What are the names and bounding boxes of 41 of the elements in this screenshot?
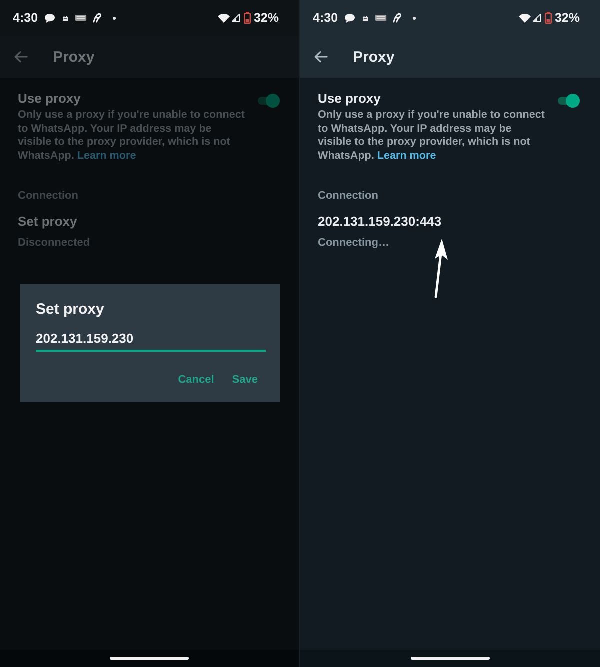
- connection-status: Disconnected: [18, 236, 90, 250]
- battery-icon: [544, 12, 552, 24]
- battery-percent: 32%: [554, 11, 580, 25]
- battery-percent: 32%: [254, 11, 279, 25]
- calendar-icon: [363, 16, 368, 20]
- chat-bubble-icon: [345, 14, 356, 22]
- use-proxy-label: Use proxy: [18, 91, 81, 107]
- dialog-button[interactable]: Save: [228, 370, 262, 390]
- dialog-title: Set proxy: [36, 301, 104, 319]
- proxy-setting[interactable]: Set proxy: [18, 214, 78, 230]
- learn-more-link[interactable]: Learn more: [77, 150, 136, 162]
- dialog-button[interactable]: Cancel: [174, 370, 218, 390]
- learn-more-link[interactable]: Learn more: [377, 150, 436, 162]
- proxy-description: Only use a proxy if you're unable to connect to WhatsApp. Your IP address may be visible to the proxy provider, which is not WhatsApp. Learn more: [318, 109, 546, 163]
- status-time: 4:30: [13, 11, 38, 25]
- screen-title: Proxy: [353, 48, 395, 66]
- section-header: Connection: [318, 189, 378, 203]
- dot-icon: [413, 16, 416, 20]
- signal-icon: [232, 14, 240, 22]
- connection-status: Connecting…: [318, 236, 390, 250]
- signal-icon: [532, 14, 541, 22]
- proxy-input[interactable]: 202.131.159.230: [36, 331, 266, 352]
- dot-icon: [113, 16, 116, 20]
- wifi-icon: [218, 14, 230, 22]
- wifi-icon: [518, 14, 531, 22]
- app-logo-icon: [75, 15, 88, 21]
- back-arrow-icon[interactable]: [314, 51, 328, 63]
- use-proxy-toggle[interactable]: [258, 94, 280, 108]
- proxy-description: Only use a proxy if you're unable to connect to WhatsApp. Your IP address may be visible to the proxy provider, which is not WhatsApp. Learn more: [18, 109, 246, 163]
- section-header: Connection: [18, 189, 78, 203]
- chat-bubble-icon: [45, 14, 56, 22]
- use-proxy-label: Use proxy: [318, 91, 381, 107]
- swirl-icon: [393, 13, 402, 23]
- screen-title: Proxy: [53, 48, 95, 66]
- battery-icon: [244, 12, 251, 24]
- calendar-icon: [63, 16, 68, 20]
- status-time: 4:30: [313, 11, 338, 25]
- swirl-icon: [93, 13, 102, 23]
- app-logo-icon: [375, 15, 388, 21]
- use-proxy-toggle[interactable]: [558, 94, 580, 108]
- proxy-setting[interactable]: 202.131.159.230:443: [318, 214, 442, 230]
